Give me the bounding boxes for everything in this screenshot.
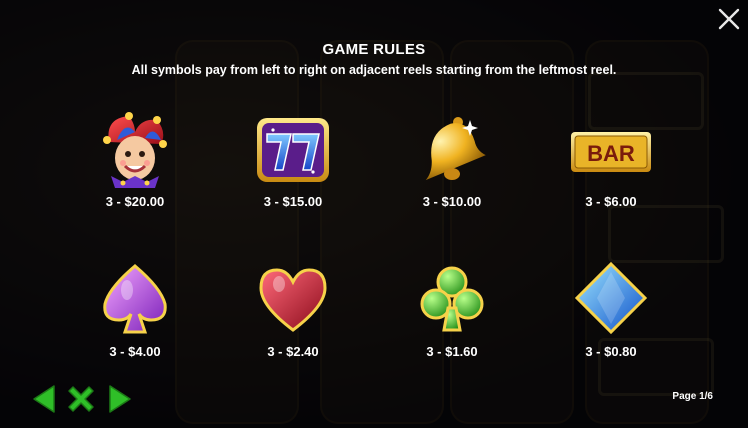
- rules-subtitle: All symbols pay from left to right on ad…: [131, 63, 617, 77]
- club-icon: [420, 266, 484, 332]
- paytable-item-diamond: 3 - $0.80: [551, 260, 671, 359]
- payout-label: 3 - $2.40: [267, 344, 319, 359]
- payout-label: 3 - $15.00: [263, 194, 323, 209]
- prev-arrow-icon[interactable]: [30, 383, 58, 415]
- spade-icon: [103, 264, 167, 334]
- payout-label: 3 - $6.00: [585, 194, 637, 209]
- heart-icon: [259, 268, 327, 332]
- seven-icon: [257, 118, 329, 182]
- next-arrow-icon[interactable]: [106, 383, 134, 415]
- close-icon[interactable]: [716, 6, 742, 32]
- joker-icon: [103, 112, 167, 188]
- paytable-item-seven: 3 - $15.00: [233, 110, 353, 209]
- diamond-icon: [574, 261, 648, 335]
- payout-label: 3 - $20.00: [105, 194, 165, 209]
- payout-label: 3 - $1.60: [426, 344, 478, 359]
- bar-symbol-text: BAR: [587, 141, 635, 166]
- paytable-item-club: 3 - $1.60: [392, 260, 512, 359]
- bell-icon: [425, 117, 486, 181]
- paytable-item-joker: 3 - $20.00: [75, 110, 195, 209]
- payout-label: 3 - $4.00: [109, 344, 161, 359]
- payout-label: 3 - $0.80: [585, 344, 637, 359]
- paytable-item-spade: 3 - $4.00: [75, 260, 195, 359]
- paytable-item-bar: BAR 3 - $6.00: [551, 110, 671, 209]
- exit-x-icon[interactable]: [65, 383, 97, 415]
- paytable-item-heart: 3 - $2.40: [233, 260, 353, 359]
- rules-title: GAME RULES: [322, 41, 426, 58]
- bar-icon: BAR: [571, 132, 651, 172]
- paytable-item-bell: 3 - $10.00: [392, 110, 512, 209]
- payout-label: 3 - $10.00: [422, 194, 482, 209]
- page-indicator: Page 1/6: [672, 391, 713, 402]
